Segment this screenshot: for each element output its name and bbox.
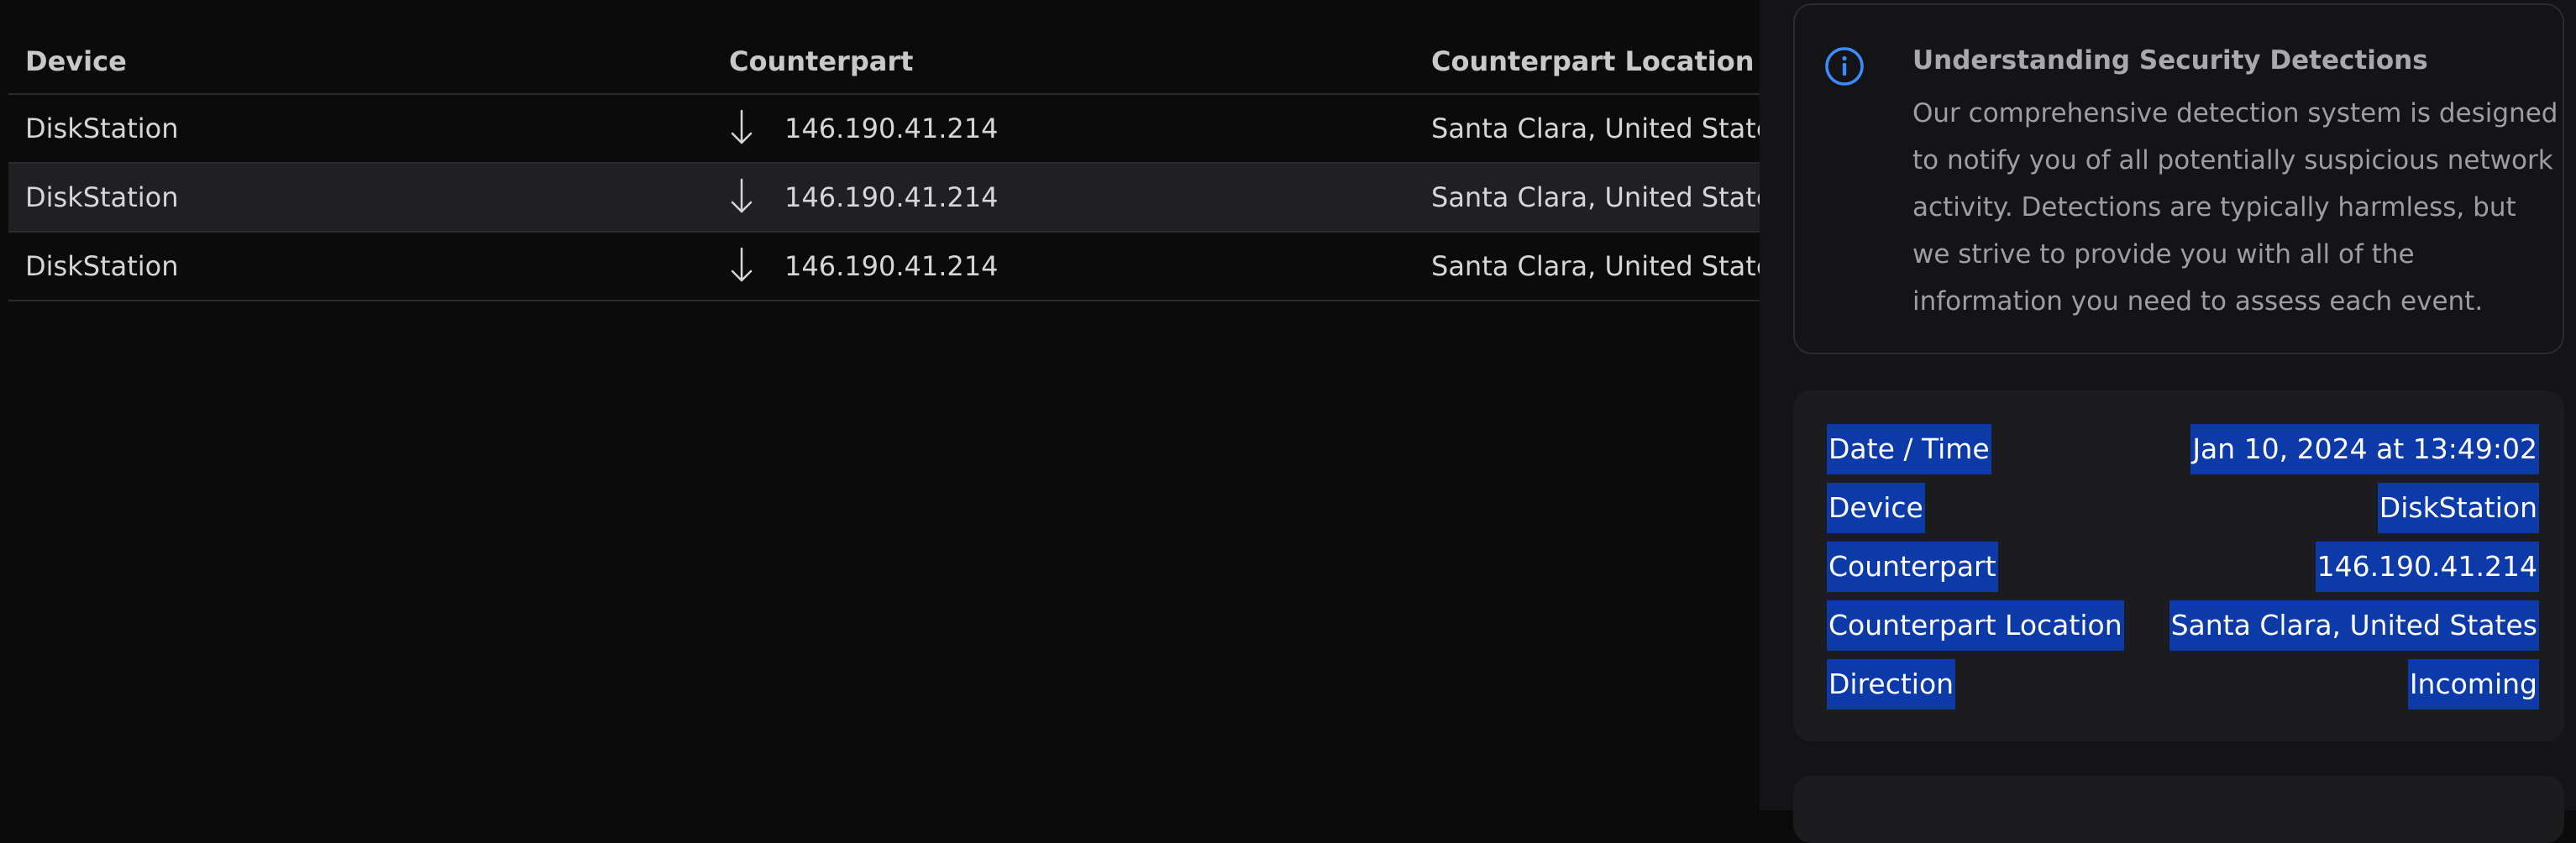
info-body-line: information you need to assess each even…	[1912, 286, 2484, 317]
detail-row-counterpart: Counterpart 146.190.41.214	[1827, 542, 2539, 592]
row-device: DiskStation	[25, 181, 179, 213]
detail-value: Santa Clara, United States	[2169, 600, 2539, 651]
row-location: Santa Clara, United States	[1431, 181, 1787, 213]
detections-table: Device Counterpart Counterpart Location …	[8, 0, 1789, 810]
row-counterpart-ip: 146.190.41.214	[784, 181, 999, 213]
table-row[interactable]: DiskStation 146.190.41.214 Santa Clara, …	[8, 233, 1789, 301]
table-row[interactable]: DiskStation 146.190.41.214 Santa Clara, …	[8, 164, 1789, 233]
detail-value: Incoming	[2407, 659, 2539, 709]
row-location: Santa Clara, United States	[1431, 250, 1787, 282]
info-body-line: Our comprehensive detection system is de…	[1912, 98, 2558, 128]
table-header: Device Counterpart Counterpart Location	[8, 28, 1789, 95]
row-counterpart: 146.190.41.214	[729, 95, 998, 162]
info-icon	[1825, 47, 1864, 86]
column-header-location[interactable]: Counterpart Location	[1431, 28, 1755, 95]
info-body-line: activity. Detections are typically harml…	[1912, 192, 2516, 223]
detail-value: Jan 10, 2024 at 13:49:02	[2190, 424, 2539, 474]
detail-row-location: Counterpart Location Santa Clara, United…	[1827, 600, 2539, 651]
row-location: Santa Clara, United States	[1431, 113, 1787, 144]
detail-label: Counterpart Location	[1827, 600, 2124, 651]
detail-value: 146.190.41.214	[2315, 542, 2539, 592]
info-title: Understanding Security Detections	[1912, 45, 2428, 76]
detection-details-panel: Understanding Security Detections Our co…	[1760, 0, 2576, 843]
detail-row-device: Device DiskStation	[1827, 483, 2539, 533]
info-card: Understanding Security Detections Our co…	[1793, 3, 2564, 354]
details-card: Date / Time Jan 10, 2024 at 13:49:02 Dev…	[1793, 390, 2564, 741]
info-body-line: to notify you of all potentially suspici…	[1912, 145, 2553, 175]
column-header-counterpart[interactable]: Counterpart	[729, 28, 913, 95]
table-row[interactable]: DiskStation 146.190.41.214 Santa Clara, …	[8, 95, 1789, 164]
row-device: DiskStation	[25, 250, 179, 282]
row-counterpart-ip: 146.190.41.214	[784, 250, 999, 282]
detail-row-datetime: Date / Time Jan 10, 2024 at 13:49:02	[1827, 424, 2539, 474]
info-body: Our comprehensive detection system is de…	[1912, 90, 2558, 325]
arrow-down-icon	[731, 247, 753, 282]
detail-label: Counterpart	[1827, 542, 1998, 592]
detail-label: Direction	[1827, 659, 1956, 709]
detail-label: Device	[1827, 483, 1925, 533]
detail-row-direction: Direction Incoming	[1827, 659, 2539, 709]
column-header-device[interactable]: Device	[25, 28, 127, 95]
arrow-down-icon	[731, 178, 753, 213]
info-body-line: we strive to provide you with all of the	[1912, 239, 2415, 270]
row-counterpart-ip: 146.190.41.214	[784, 113, 999, 144]
next-card	[1793, 776, 2564, 843]
row-counterpart: 146.190.41.214	[729, 164, 998, 231]
detail-label: Date / Time	[1827, 424, 1991, 474]
detail-value: DiskStation	[2377, 483, 2539, 533]
row-counterpart: 146.190.41.214	[729, 233, 998, 300]
arrow-down-icon	[731, 109, 753, 144]
row-device: DiskStation	[25, 113, 179, 144]
